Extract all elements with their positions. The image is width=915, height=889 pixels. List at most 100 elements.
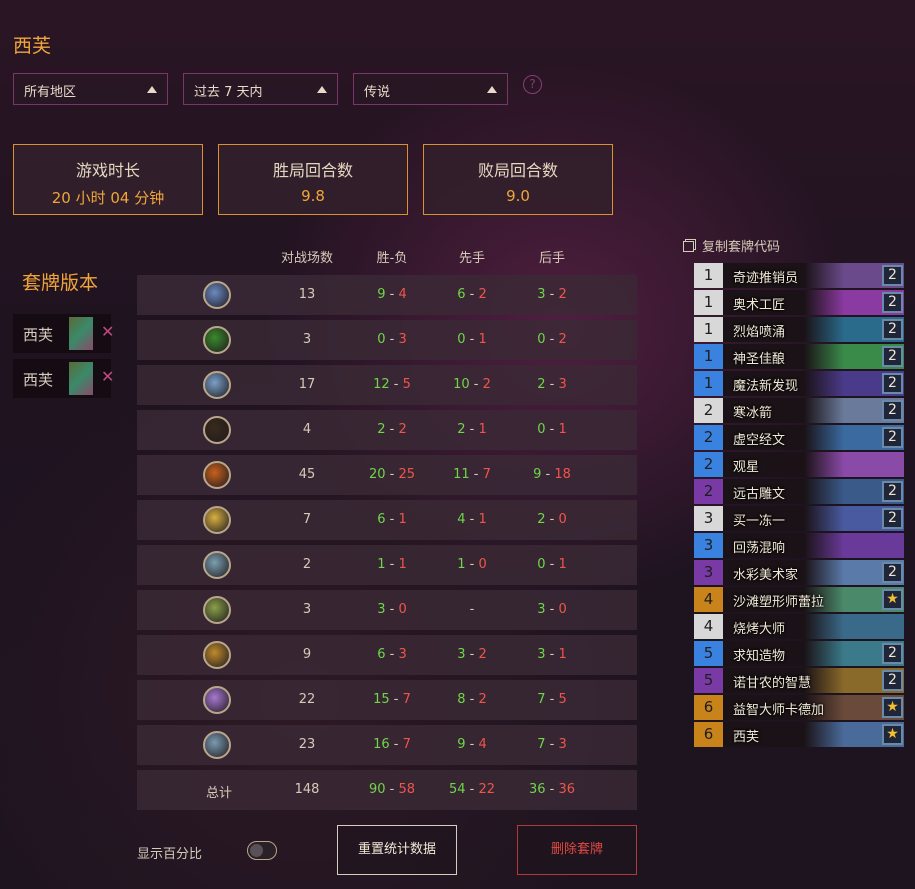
period-select[interactable]: 过去 7 天内 [183,73,338,105]
deck-version-item[interactable]: 西芙 ✕ [13,314,114,353]
separator: - [545,422,559,437]
deck-card[interactable]: 6 益智大师卡德加 ★ [694,695,904,720]
win-value: 0 [377,332,386,347]
deck-card[interactable]: 2 远古雕文 2 [694,479,904,504]
card-body: 西芙 ★ [723,722,904,747]
card-name: 烧烤大师 [733,622,786,637]
second-cell: 3 - 0 [512,602,592,617]
win-value: 2 [537,377,546,392]
mana-cost: 2 [694,452,723,477]
deck-card[interactable]: 1 奥术工匠 2 [694,290,904,315]
deck-card[interactable]: 2 观星 [694,452,904,477]
deck-card[interactable]: 5 诺甘农的智慧 2 [694,668,904,693]
separator: - [545,602,559,617]
deck-card[interactable]: 6 西芙 ★ [694,722,904,747]
win-value: 2 [537,512,546,527]
loss-value: 4 [478,737,487,752]
deck-card[interactable]: 4 烧烤大师 [694,614,904,639]
separator: - [545,692,559,707]
table-row: 96 - 33 - 23 - 1 [137,635,637,675]
win-loss-cell: 16 - 7 [352,737,432,752]
deck-card[interactable]: 3 买一冻一 2 [694,506,904,531]
games-cell: 2 [302,557,312,572]
win-value: 8 [457,692,466,707]
deck-card[interactable]: 1 魔法新发现 2 [694,371,904,396]
deck-card[interactable]: 3 水彩美术家 2 [694,560,904,585]
games-cell: 17 [298,377,316,392]
region-select[interactable]: 所有地区 [13,73,168,105]
table-row: 23 16 - 79 - 47 - 3 [137,725,637,765]
separator: - [385,782,399,797]
mana-cost: 6 [694,722,723,747]
deck-card[interactable]: 2 寒冰箭 2 [694,398,904,423]
card-name: 买一冻一 [733,514,786,529]
win-value: 3 [377,602,386,617]
separator: - [385,647,399,662]
reset-stats-button[interactable]: 重置统计数据 [337,825,457,875]
deck-card[interactable]: 1 神圣佳酿 2 [694,344,904,369]
loss-value: 5 [558,692,567,707]
win-value: 6 [457,287,466,302]
second-cell: 2 - 0 [512,512,592,527]
table-row: 22 15 - 78 - 27 - 5 [137,680,637,720]
separator: - [545,512,559,527]
copy-deck-code-button[interactable]: 复制套牌代码 [683,236,780,255]
card-body: 烈焰喷涌 2 [723,317,904,342]
deck-card[interactable]: 4 沙滩塑形师蕾拉 ★ [694,587,904,612]
separator: - [545,647,559,662]
copy-icon [683,241,694,252]
win-value: 4 [457,512,466,527]
card-count: 2 [882,265,903,286]
win-value: 9 [377,287,386,302]
win-value: 9 [457,737,466,752]
deck-card[interactable]: 2 虚空经文 2 [694,425,904,450]
priest-icon [203,551,231,579]
delete-deck-button[interactable]: 删除套牌 [517,825,637,875]
rank-select[interactable]: 传说 [353,73,508,105]
remove-version-icon[interactable]: ✕ [101,367,114,386]
separator: - [389,692,403,707]
remove-version-icon[interactable]: ✕ [101,322,114,341]
games-cell: 148 [294,782,320,797]
caret-up-icon [487,86,497,93]
separator: - [465,422,479,437]
loss-value: 2 [482,377,491,392]
win-value: 6 [377,512,386,527]
deck-version-item[interactable]: 西芙 ✕ [13,359,114,398]
loss-value: 0 [478,557,487,572]
mana-cost: 2 [694,479,723,504]
loss-value: 1 [398,557,407,572]
card-count: 2 [882,427,903,448]
playtime-stat: 游戏时长 20 小时 04 分钟 [13,144,203,215]
deck-card[interactable]: 5 求知造物 2 [694,641,904,666]
card-body: 回荡混响 [723,533,904,558]
table-row: 21 - 11 - 00 - 1 [137,545,637,585]
card-count: ★ [882,724,903,745]
card-name: 虚空经文 [733,433,786,448]
card-count: 2 [882,670,903,691]
card-body: 奇迹推销员 2 [723,263,904,288]
deck-card[interactable]: 1 烈焰喷涌 2 [694,317,904,342]
win-loss-cell: 9 - 4 [352,287,432,302]
separator: - [465,737,479,752]
mana-cost: 3 [694,560,723,585]
loss-value: 1 [478,332,487,347]
help-icon[interactable]: ? [523,75,542,94]
win-loss-cell: 0 - 3 [352,332,432,347]
deck-card[interactable]: 3 回荡混响 [694,533,904,558]
deck-versions-title: 套牌版本 [22,272,99,294]
second-cell: 0 - 1 [512,557,592,572]
loss-value: 1 [558,557,567,572]
show-percent-toggle[interactable] [247,841,277,860]
deck-card[interactable]: 1 奇迹推销员 2 [694,263,904,288]
separator: - [465,287,479,302]
card-count: 2 [882,292,903,313]
first-cell: 6 - 2 [432,287,512,302]
mana-cost: 1 [694,290,723,315]
win-value: 7 [537,737,546,752]
card-body: 诺甘农的智慧 2 [723,668,904,693]
second-cell: 7 - 3 [512,737,592,752]
mana-cost: 2 [694,398,723,423]
win-value: 6 [377,647,386,662]
deck-title: 西芙 [13,35,52,57]
